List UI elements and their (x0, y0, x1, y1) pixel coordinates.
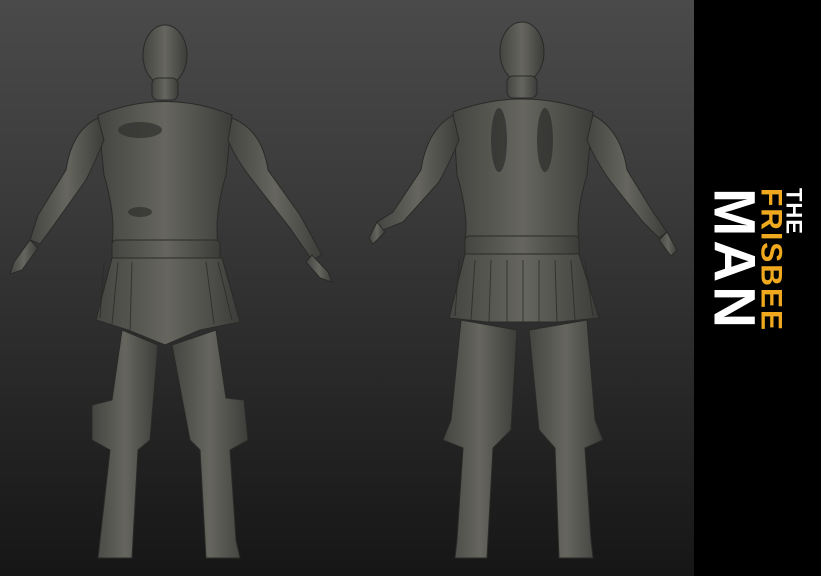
left-arm (376, 114, 460, 231)
belt (464, 235, 580, 257)
character-back-view (347, 0, 694, 576)
render-viewport (0, 0, 694, 576)
torso (452, 98, 594, 243)
title-panel: THE FRISBEE MAN (694, 0, 821, 576)
torso (97, 101, 233, 246)
left-hand (9, 239, 39, 275)
title-line-man: MAN (701, 187, 767, 333)
character-front-view (0, 0, 347, 576)
right-arm (586, 114, 668, 239)
title-logo: THE FRISBEE MAN (701, 187, 807, 333)
right-hand (305, 254, 333, 283)
shirt-tear (128, 207, 152, 217)
left-arm (29, 117, 105, 245)
head (499, 21, 545, 83)
right-leg (171, 329, 249, 559)
shirt-tear (491, 108, 507, 172)
right-leg (528, 319, 604, 559)
left-leg (91, 329, 159, 559)
belt (111, 239, 221, 261)
neck (506, 75, 538, 99)
shirt-tear (118, 122, 162, 138)
shirt-tear (537, 108, 553, 172)
left-leg (442, 319, 518, 559)
right-arm (227, 117, 323, 261)
head (142, 24, 188, 86)
neck (151, 77, 179, 101)
